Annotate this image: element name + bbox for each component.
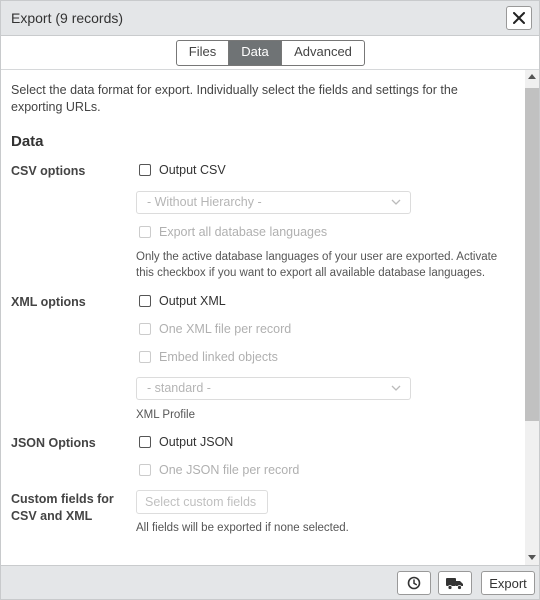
truck-icon bbox=[446, 577, 463, 590]
checkbox-box bbox=[139, 436, 151, 448]
one-json-file-label: One JSON file per record bbox=[159, 463, 300, 477]
custom-fields-label-line1: Custom fields for bbox=[11, 492, 114, 506]
xml-profile-value: - standard - bbox=[147, 381, 211, 395]
custom-fields-label: Custom fields for CSV and XML bbox=[11, 491, 114, 525]
scroll-down-arrow-icon[interactable] bbox=[528, 555, 536, 561]
languages-note: Only the active database languages of yo… bbox=[136, 251, 498, 279]
output-json-label: Output JSON bbox=[159, 435, 234, 449]
checkbox-box bbox=[139, 464, 151, 476]
output-csv-label: Output CSV bbox=[159, 163, 226, 177]
checkbox-box bbox=[139, 351, 151, 363]
tab-files[interactable]: Files bbox=[177, 41, 229, 65]
chevron-down-icon bbox=[391, 385, 401, 391]
dialog-title: Export (9 records) bbox=[11, 10, 124, 26]
section-title: Data bbox=[11, 133, 44, 150]
tab-group: Files Data Advanced bbox=[176, 40, 365, 66]
csv-options-label: CSV options bbox=[11, 164, 86, 178]
history-button[interactable] bbox=[397, 571, 431, 595]
export-button[interactable]: Export bbox=[481, 571, 535, 595]
export-all-languages-label: Export all database languages bbox=[159, 225, 328, 239]
xml-profile-select: - standard - bbox=[136, 377, 411, 400]
clock-icon bbox=[407, 576, 421, 590]
xml-options-label: XML options bbox=[11, 295, 86, 309]
embed-linked-objects-checkbox: Embed linked objects bbox=[139, 350, 278, 364]
checkbox-box bbox=[139, 164, 151, 176]
output-xml-label: Output XML bbox=[159, 294, 226, 308]
one-json-file-checkbox: One JSON file per record bbox=[139, 463, 299, 477]
title-bar: Export (9 records) bbox=[1, 1, 539, 36]
checkbox-box bbox=[139, 323, 151, 335]
select-custom-fields-button: Select custom fields bbox=[136, 490, 268, 514]
embed-linked-objects-label: Embed linked objects bbox=[159, 350, 278, 364]
transport-button[interactable] bbox=[438, 571, 472, 595]
checkbox-box bbox=[139, 295, 151, 307]
xml-profile-caption: XML Profile bbox=[136, 409, 196, 421]
scrollbar-thumb[interactable] bbox=[525, 88, 539, 421]
output-csv-checkbox[interactable]: Output CSV bbox=[139, 163, 226, 177]
content-area: Select the data format for export. Indiv… bbox=[1, 70, 525, 565]
vertical-scrollbar[interactable] bbox=[525, 70, 539, 565]
close-button[interactable] bbox=[506, 6, 532, 30]
one-xml-file-label: One XML file per record bbox=[159, 322, 292, 336]
close-icon bbox=[513, 12, 525, 24]
csv-hierarchy-value: - Without Hierarchy - bbox=[147, 195, 262, 209]
export-all-languages-checkbox: Export all database languages bbox=[139, 225, 327, 239]
custom-fields-note: All fields will be exported if none sele… bbox=[136, 522, 349, 534]
tab-data[interactable]: Data bbox=[229, 41, 282, 65]
output-json-checkbox[interactable]: Output JSON bbox=[139, 435, 233, 449]
checkbox-box bbox=[139, 226, 151, 238]
scroll-up-arrow-icon[interactable] bbox=[528, 73, 536, 79]
intro-text: Select the data format for export. Indiv… bbox=[11, 83, 458, 114]
custom-fields-label-line2: CSV and XML bbox=[11, 509, 93, 523]
csv-hierarchy-select: - Without Hierarchy - bbox=[136, 191, 411, 214]
output-xml-checkbox[interactable]: Output XML bbox=[139, 294, 226, 308]
chevron-down-icon bbox=[391, 199, 401, 205]
export-dialog: Export (9 records) Files Data Advanced S… bbox=[0, 0, 540, 600]
tab-advanced[interactable]: Advanced bbox=[282, 41, 364, 65]
footer-bar: Export bbox=[1, 565, 539, 599]
json-options-label: JSON Options bbox=[11, 436, 96, 450]
one-xml-file-checkbox: One XML file per record bbox=[139, 322, 291, 336]
